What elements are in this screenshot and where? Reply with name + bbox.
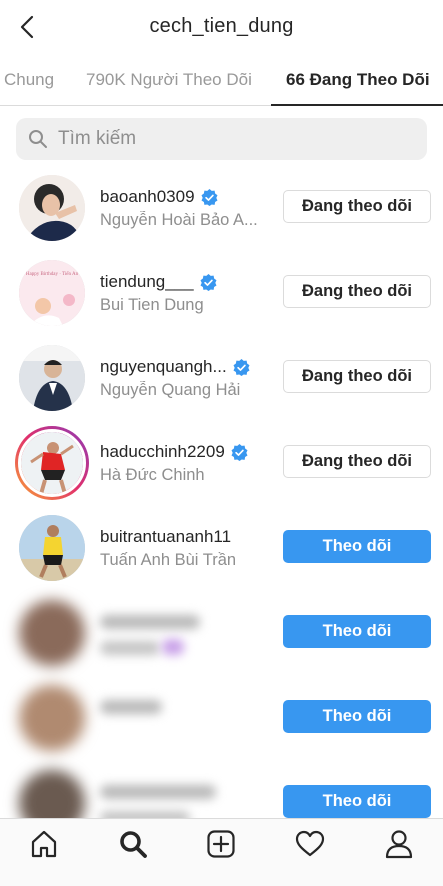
- avatar-with-story-ring[interactable]: [15, 426, 89, 500]
- tab-followers[interactable]: 790K Người Theo Dõi: [86, 56, 252, 106]
- full-name: Nguyễn Quang Hải: [100, 381, 241, 399]
- search-icon: [29, 130, 47, 148]
- nav-search[interactable]: [89, 819, 178, 886]
- home-icon: [32, 830, 57, 858]
- list-item[interactable]: buitrantuananh11 Tuấn Anh Bùi Trần Theo …: [0, 506, 443, 591]
- nav-add-post[interactable]: [177, 819, 266, 886]
- follow-button[interactable]: Theo dõi: [283, 785, 431, 818]
- nav-profile[interactable]: [354, 819, 443, 886]
- list-item[interactable]: Theo dõi: [0, 591, 443, 676]
- following-button[interactable]: Đang theo dõi: [283, 445, 431, 478]
- follow-button[interactable]: Theo dõi: [283, 615, 431, 648]
- avatar[interactable]: [19, 345, 85, 411]
- verified-badge-icon: [231, 443, 248, 461]
- tab-general[interactable]: Chung: [4, 56, 54, 106]
- search-input[interactable]: Tìm kiếm: [16, 118, 427, 160]
- following-button[interactable]: Đang theo dõi: [283, 190, 431, 223]
- username[interactable]: baoanh0309: [100, 187, 218, 207]
- username[interactable]: tiendung___: [100, 272, 217, 292]
- full-name: Tuấn Anh Bùi Trần: [100, 551, 237, 569]
- blurred-username: [100, 615, 200, 629]
- tab-following[interactable]: 66 Đang Theo Dõi: [286, 56, 430, 106]
- avatar[interactable]: Happy Birthday · Tiến An: [19, 260, 85, 326]
- activity-heart-icon: [295, 830, 325, 857]
- page-title: cech_tien_dung: [149, 15, 294, 37]
- blurred-username: [100, 785, 216, 799]
- blurred-emoji: [162, 639, 184, 655]
- verified-badge-icon: [200, 273, 217, 291]
- username[interactable]: nguyenquangh...: [100, 357, 250, 377]
- following-button[interactable]: Đang theo dõi: [283, 275, 431, 308]
- blurred-username: [100, 700, 162, 714]
- active-tab-indicator: [271, 104, 443, 106]
- nav-activity[interactable]: [266, 819, 355, 886]
- full-name: Nguyễn Hoài Bảo A...: [100, 211, 258, 229]
- search-icon: [120, 831, 147, 858]
- profile-icon: [385, 830, 412, 859]
- avatar[interactable]: [19, 600, 85, 666]
- search-placeholder: Tìm kiếm: [58, 128, 137, 149]
- verified-badge-icon: [201, 188, 218, 206]
- avatar[interactable]: [19, 175, 85, 241]
- tab-bar: Chung 790K Người Theo Dõi 66 Đang Theo D…: [0, 56, 443, 106]
- list-item[interactable]: Theo dõi: [0, 676, 443, 761]
- top-header: cech_tien_dung: [0, 0, 443, 56]
- verified-badge-icon: [233, 358, 250, 376]
- nav-home[interactable]: [0, 819, 89, 886]
- list-item[interactable]: Happy Birthday · Tiến An tiendung___ Bui…: [0, 251, 443, 336]
- avatar-caption: Happy Birthday · Tiến An: [26, 272, 79, 277]
- add-post-icon: [207, 830, 236, 858]
- follow-button[interactable]: Theo dõi: [283, 530, 431, 563]
- username[interactable]: buitrantuananh11: [100, 527, 231, 547]
- full-name: Bui Tien Dung: [100, 296, 204, 314]
- list-item[interactable]: haducchinh2209 Hà Đức Chinh Đang theo dõ…: [0, 421, 443, 506]
- follow-button[interactable]: Theo dõi: [283, 700, 431, 733]
- avatar[interactable]: [19, 685, 85, 751]
- following-button[interactable]: Đang theo dõi: [283, 360, 431, 393]
- list-item[interactable]: nguyenquangh... Nguyễn Quang Hải Đang th…: [0, 336, 443, 421]
- blurred-full-name: [100, 641, 160, 655]
- bottom-navigation: [0, 818, 443, 886]
- list-item[interactable]: baoanh0309 Nguyễn Hoài Bảo A... Đang the…: [0, 166, 443, 251]
- full-name: Hà Đức Chinh: [100, 466, 205, 484]
- username[interactable]: haducchinh2209: [100, 442, 248, 462]
- avatar[interactable]: [19, 515, 85, 581]
